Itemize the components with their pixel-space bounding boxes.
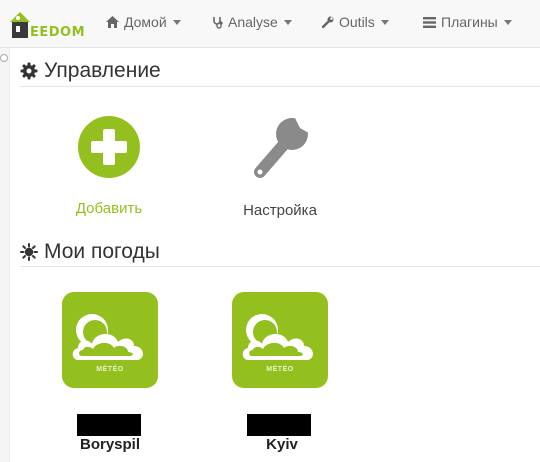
redacted-block — [77, 414, 141, 436]
nav-analyse-label: Analyse — [228, 14, 278, 30]
wrench-icon — [254, 114, 312, 178]
cloud-icon — [242, 314, 313, 360]
nav-plugins-label: Плагины — [441, 14, 498, 30]
weather-title-text: Мои погоды — [44, 240, 160, 263]
nav-analyse[interactable]: Analyse — [212, 14, 292, 30]
configuration-label: Настройка — [243, 202, 317, 219]
sun-icon — [20, 243, 38, 261]
add-weather-card[interactable]: Добавить — [64, 116, 154, 217]
city-name-boryspil[interactable]: Boryspil — [50, 436, 170, 453]
side-panel-toggle[interactable] — [0, 54, 8, 62]
top-navbar: EEDOM Домой Analyse Outils Плагины — [0, 0, 540, 48]
add-circle-icon — [78, 116, 140, 178]
weather-tile-boryspil[interactable]: MÉTÉO — [62, 292, 158, 388]
management-title: Управление — [20, 59, 161, 83]
home-icon — [106, 16, 119, 28]
nav-outils[interactable]: Outils — [322, 14, 389, 30]
side-panel-strip — [0, 48, 10, 462]
meteo-caption: MÉTÉO — [266, 366, 294, 373]
management-divider — [20, 86, 540, 87]
nav-outils-label: Outils — [339, 14, 375, 30]
weather-title: Мои погоды — [20, 240, 160, 264]
nav-home[interactable]: Домой — [106, 14, 181, 30]
list-icon — [423, 16, 436, 28]
meteo-caption: MÉTÉO — [96, 366, 124, 373]
management-title-text: Управление — [44, 59, 161, 82]
chevron-down-icon — [172, 19, 181, 25]
nav-plugins[interactable]: Плагины — [423, 14, 512, 30]
nav-home-label: Домой — [124, 14, 167, 30]
logo-text: EEDOM — [30, 25, 86, 40]
add-label: Добавить — [75, 200, 143, 217]
gear-icon — [20, 62, 38, 80]
chevron-down-icon — [380, 19, 389, 25]
redacted-block — [247, 414, 311, 436]
configuration-card[interactable]: Настройка — [232, 114, 328, 219]
weather-divider — [20, 266, 540, 267]
chevron-down-icon — [503, 19, 512, 25]
stethoscope-icon — [212, 16, 223, 29]
city-name-kyiv[interactable]: Kyiv — [222, 436, 342, 453]
cloud-icon — [72, 314, 143, 360]
wrench-icon — [322, 16, 334, 28]
chevron-down-icon — [283, 19, 292, 25]
weather-tile-kyiv[interactable]: MÉTÉO — [232, 292, 328, 388]
jeedom-logo[interactable]: EEDOM — [8, 8, 86, 42]
